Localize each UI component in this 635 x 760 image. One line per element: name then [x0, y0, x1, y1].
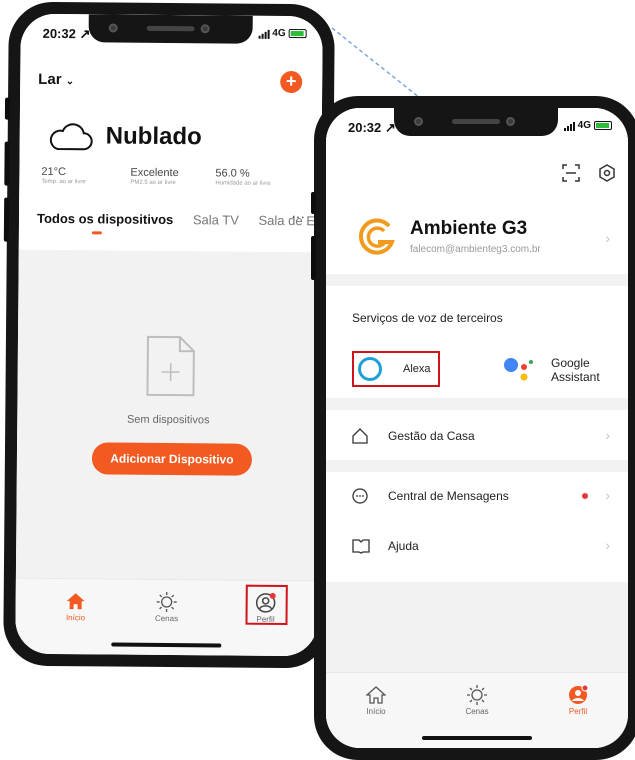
account-name: Ambiente G3	[410, 218, 528, 239]
battery-icon	[594, 121, 612, 130]
nav-home-label: Início	[65, 613, 86, 623]
menu-home-management-label: Gestão da Casa	[388, 429, 475, 443]
status-icons: 4G	[563, 120, 612, 131]
status-time: 20:32 ↗	[348, 120, 396, 135]
tab-bar: Início Cenas Perfil	[326, 672, 628, 748]
home-indicator	[111, 642, 222, 648]
add-icon[interactable]: +	[280, 70, 303, 94]
room-tabs: Todos os dispositivos Sala TV Sala de E	[37, 211, 323, 229]
chevron-right-icon: ›	[605, 230, 610, 246]
sun-icon	[467, 685, 487, 705]
chevron-right-icon: ›	[605, 537, 610, 553]
menu-home-management[interactable]: Gestão da Casa ›	[326, 412, 628, 460]
home-screen: 20:32 ↗ 4G Lar ⌄ + Nublado 21°C Temp. ao…	[15, 13, 323, 657]
signal-icon	[563, 121, 575, 131]
add-device-button[interactable]: Adicionar Dispositivo	[91, 442, 253, 476]
weather-stat-temp: 21°C Temp. ao ar livre	[41, 165, 86, 186]
nav-scenes-label: Cenas	[465, 707, 489, 716]
google-assistant-label[interactable]: Google Assistant	[551, 356, 600, 384]
menu-help[interactable]: Ajuda ›	[326, 522, 628, 570]
weather-stat-humidity: 56.0 % Humidade ao ar livre	[215, 167, 271, 187]
house-icon	[352, 428, 368, 444]
tab-underline	[91, 231, 102, 235]
battery-icon	[288, 29, 307, 39]
chevron-down-icon: ⌄	[65, 76, 75, 88]
notch	[394, 108, 558, 136]
sun-icon	[156, 591, 177, 612]
profile-screen: 20:32 ↗ 4G Ambiente G3 falecom@ambienteg…	[326, 108, 628, 748]
message-icon	[352, 488, 368, 504]
chevron-right-icon: ›	[605, 487, 610, 503]
phone-home: 20:32 ↗ 4G Lar ⌄ + Nublado 21°C Temp. ao…	[3, 1, 335, 669]
tab-sala-tv[interactable]: Sala TV	[193, 212, 239, 227]
status-bar: 20:32 ↗ 4G	[326, 108, 628, 146]
empty-document-icon	[146, 335, 195, 397]
book-icon	[352, 539, 370, 554]
cloud-icon	[49, 123, 93, 151]
network-label: 4G	[272, 27, 286, 40]
settings-icon[interactable]	[598, 164, 616, 182]
status-icons: 4G	[258, 27, 307, 40]
menu-help-label: Ajuda	[388, 539, 419, 553]
menu-messages[interactable]: Central de Mensagens ›	[326, 472, 628, 520]
more-icon[interactable]: ···	[291, 208, 305, 224]
weather-condition: Nublado	[105, 122, 202, 151]
home-indicator	[422, 736, 532, 740]
unread-dot	[582, 493, 588, 499]
nav-home[interactable]: Início	[45, 589, 105, 623]
alexa-button[interactable]	[352, 351, 440, 387]
scan-icon[interactable]	[562, 164, 580, 182]
tab-bar: Início Cenas Perfil	[15, 577, 318, 657]
home-icon	[66, 593, 85, 610]
nav-profile[interactable]: Perfil	[548, 683, 608, 716]
tab-all-devices[interactable]: Todos os dispositivos	[37, 211, 173, 227]
top-actions	[562, 164, 616, 182]
account-email: falecom@ambienteg3.com.br	[410, 244, 541, 255]
nav-scenes-label: Cenas	[154, 613, 179, 624]
tab-sala-de-e[interactable]: Sala de E	[258, 213, 315, 228]
nav-scenes[interactable]: Cenas	[447, 683, 507, 716]
nav-scenes[interactable]: Cenas	[136, 590, 196, 624]
google-assistant-icon[interactable]	[502, 355, 536, 383]
home-selector-label: Lar	[38, 70, 62, 89]
weather-stat-pm25: Excelente PM2.5 ao ar livre	[130, 166, 179, 187]
signal-icon	[258, 28, 270, 39]
profile-icon	[569, 684, 589, 704]
nav-profile-label: Perfil	[568, 707, 588, 716]
menu-messages-label: Central de Mensagens	[388, 489, 509, 503]
home-icon	[366, 686, 386, 704]
notch	[88, 14, 253, 44]
nav-home-label: Início	[366, 707, 386, 716]
nav-home[interactable]: Início	[346, 683, 406, 716]
status-bar: 20:32 ↗ 4G	[20, 14, 322, 55]
ambiente-g3-logo	[358, 218, 395, 255]
phone-profile: 20:32 ↗ 4G Ambiente G3 falecom@ambienteg…	[311, 96, 635, 760]
highlight-box-profile	[245, 584, 288, 626]
chevron-right-icon: ›	[605, 427, 610, 443]
home-selector[interactable]: Lar ⌄	[38, 71, 74, 88]
status-time: 20:32 ↗	[42, 25, 91, 42]
voice-services-title: Serviços de voz de terceiros	[352, 311, 503, 325]
network-label: 4G	[577, 120, 591, 131]
